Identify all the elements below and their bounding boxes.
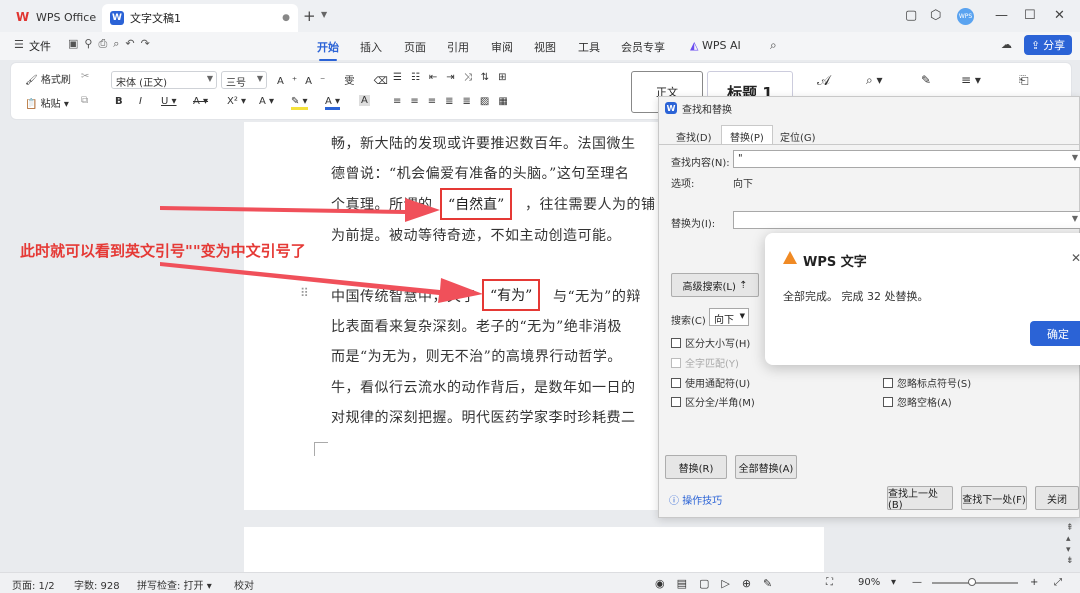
word-count[interactable]: 字数: 928 [74, 577, 120, 592]
fit-page-icon[interactable]: ⛶ [826, 577, 833, 588]
whole-word-checkbox: 全字匹配(Y) [671, 355, 739, 370]
fullscreen-icon[interactable]: ⤢ [1054, 577, 1062, 588]
find-input[interactable]: " ▼ [733, 150, 1080, 168]
full-half-width-checkbox[interactable]: 区分全/半角(M) [671, 394, 755, 409]
page-nav-icons[interactable]: ⇞ ▴ ▾ ⇟ [1066, 523, 1074, 567]
find-next-button[interactable]: 查找下一处(F) [961, 486, 1027, 510]
tab-find[interactable]: 查找(D) [667, 125, 721, 145]
options-value: 向下 [733, 179, 753, 190]
zoom-out-icon[interactable]: — [912, 577, 922, 588]
search-label: 搜索(C) [671, 316, 706, 327]
ok-button[interactable]: 确定 [1030, 321, 1080, 346]
find-label: 查找内容(N): [671, 158, 730, 169]
tab-replace[interactable]: 替换(P) [721, 125, 773, 145]
chevron-down-icon: ▼ [739, 312, 745, 320]
search-direction-select[interactable]: 向下 ▼ [709, 308, 749, 326]
dialog-title: 查找和替换 [682, 104, 732, 116]
replace-label: 替换为(I): [671, 219, 716, 230]
spell-check[interactable]: 拼写检查: 打开 ▾ [137, 577, 212, 592]
tab-goto[interactable]: 定位(G) [771, 125, 825, 145]
chevron-down-icon: ▼ [1071, 214, 1078, 223]
chevron-down-icon[interactable]: ▾ [891, 577, 896, 588]
zoom-slider[interactable] [932, 578, 1018, 586]
dialog-titlebar[interactable]: W 查找和替换 [659, 97, 1079, 119]
annotation-text: 此时就可以看到英文引号""变为中文引号了 [20, 242, 306, 260]
chevron-down-icon: ▼ [1071, 153, 1078, 162]
zoom-level[interactable]: 90% [858, 577, 880, 588]
replace-input[interactable]: ▼ [733, 211, 1080, 229]
zoom-in-icon[interactable]: + [1030, 577, 1038, 588]
zoom-slider-knob[interactable] [968, 578, 976, 586]
writer-doc-icon: W [665, 102, 677, 114]
status-bar: 页面: 1/2 字数: 928 拼写检查: 打开 ▾ 校对 ◉▤▢▷⊕✎ ⛶ 9… [0, 572, 1080, 593]
options-label: 选项: [671, 179, 695, 190]
arrow-1 [160, 198, 440, 222]
replace-all-button[interactable]: 全部替换(A) [735, 455, 797, 479]
close-dialog-button[interactable]: 关闭 [1035, 486, 1079, 510]
message-title: WPS 文字 [803, 255, 867, 270]
tips-link[interactable]: ⓘ 操作技巧 [669, 492, 722, 507]
proofread[interactable]: 校对 [234, 577, 254, 592]
replace-button[interactable]: 替换(R) [665, 455, 727, 479]
view-mode-icons[interactable]: ◉▤▢▷⊕✎ [655, 577, 784, 590]
find-previous-button[interactable]: 查找上一处(B) [887, 486, 953, 511]
ignore-punctuation-checkbox[interactable]: 忽略标点符号(S) [883, 375, 971, 390]
arrow-2 [160, 262, 483, 303]
message-box: WPS 文字 ✕ 全部完成。 完成 32 处替换。 确定 [765, 233, 1080, 365]
message-close-icon[interactable]: ✕ [1071, 251, 1080, 265]
ignore-space-checkbox[interactable]: 忽略空格(A) [883, 394, 952, 409]
wildcards-checkbox[interactable]: 使用通配符(U) [671, 375, 750, 390]
match-case-checkbox[interactable]: 区分大小写(H) [671, 335, 750, 350]
page-indicator[interactable]: 页面: 1/2 [12, 577, 55, 592]
tips-icon: ⓘ [669, 496, 683, 507]
tab-divider [659, 144, 1079, 145]
warning-icon [783, 251, 797, 264]
chevron-up-icon: ⇡ [739, 279, 748, 291]
advanced-search-button[interactable]: 高级搜索(L) ⇡ [671, 273, 759, 297]
message-text: 全部完成。 完成 32 处替换。 [783, 290, 929, 303]
